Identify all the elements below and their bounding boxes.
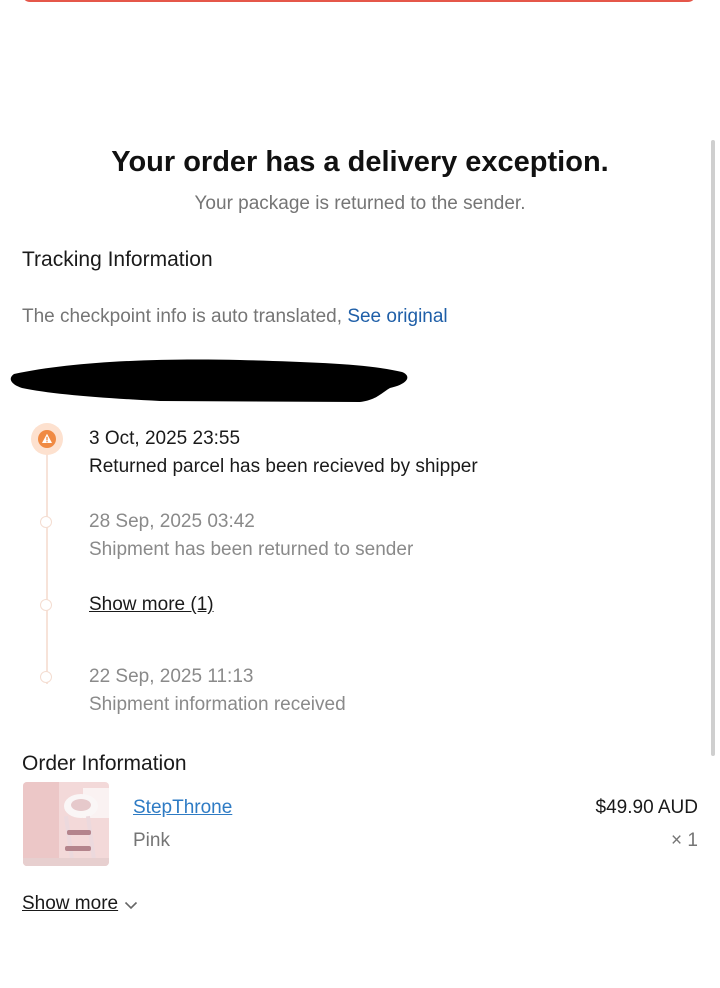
timeline-warning-dot — [31, 423, 63, 455]
chevron-down-icon — [125, 901, 138, 909]
timeline-line — [46, 452, 48, 684]
order-show-more-label: Show more — [22, 893, 119, 914]
page-subtitle: Your package is returned to the sender. — [194, 193, 526, 214]
timeline-dot — [40, 516, 52, 528]
see-original-link[interactable]: See original — [347, 306, 447, 327]
product-image[interactable] — [23, 782, 109, 866]
product-name-link[interactable]: StepThrone — [133, 797, 232, 819]
product-quantity: × 1 — [671, 830, 698, 851]
warning-icon — [38, 430, 56, 448]
timeline-dot — [40, 671, 52, 683]
event-date: 3 Oct, 2025 23:55 — [89, 428, 241, 449]
event-date: 22 Sep, 2025 11:13 — [89, 666, 254, 687]
translate-note-text: The checkpoint info is auto translated, — [22, 306, 343, 327]
event-description: Returned parcel has been recieved by shi… — [89, 456, 478, 477]
event-description: Shipment information received — [89, 694, 346, 715]
translate-note: The checkpoint info is auto translated, … — [22, 306, 448, 328]
order-section-title: Order Information — [22, 752, 187, 775]
show-more-events-link[interactable]: Show more (1) — [89, 594, 214, 616]
order-show-more-button[interactable]: Show more — [22, 893, 138, 915]
page-title: Your order has a delivery exception. — [111, 146, 609, 178]
product-price: $49.90 AUD — [595, 797, 698, 818]
event-description: Shipment has been returned to sender — [89, 539, 414, 560]
scrollbar[interactable] — [711, 140, 715, 756]
top-action-button[interactable] — [22, 0, 696, 2]
event-date: 28 Sep, 2025 03:42 — [89, 511, 255, 532]
tracking-section-title: Tracking Information — [22, 248, 213, 271]
product-variant: Pink — [133, 830, 170, 851]
timeline-dot — [40, 599, 52, 611]
redacted-tracking-number — [10, 359, 408, 402]
